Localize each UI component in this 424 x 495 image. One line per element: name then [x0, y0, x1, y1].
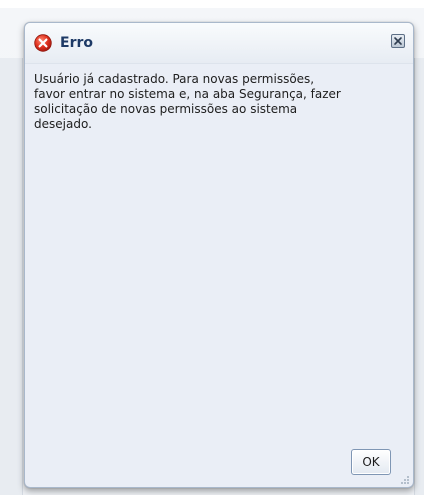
- dialog-title: Erro: [60, 35, 93, 51]
- resize-grip-icon[interactable]: [398, 472, 410, 484]
- close-icon[interactable]: [391, 34, 405, 48]
- error-icon: [34, 34, 52, 52]
- dialog-titlebar[interactable]: Erro: [25, 23, 413, 64]
- error-dialog: Erro Usuário já cadastrado. Para novas p…: [24, 22, 414, 488]
- ok-button[interactable]: OK: [351, 449, 391, 475]
- error-message: Usuário já cadastrado. Para novas permis…: [34, 72, 341, 131]
- background-panel-right: [414, 58, 424, 495]
- background-panel-left: [0, 58, 23, 495]
